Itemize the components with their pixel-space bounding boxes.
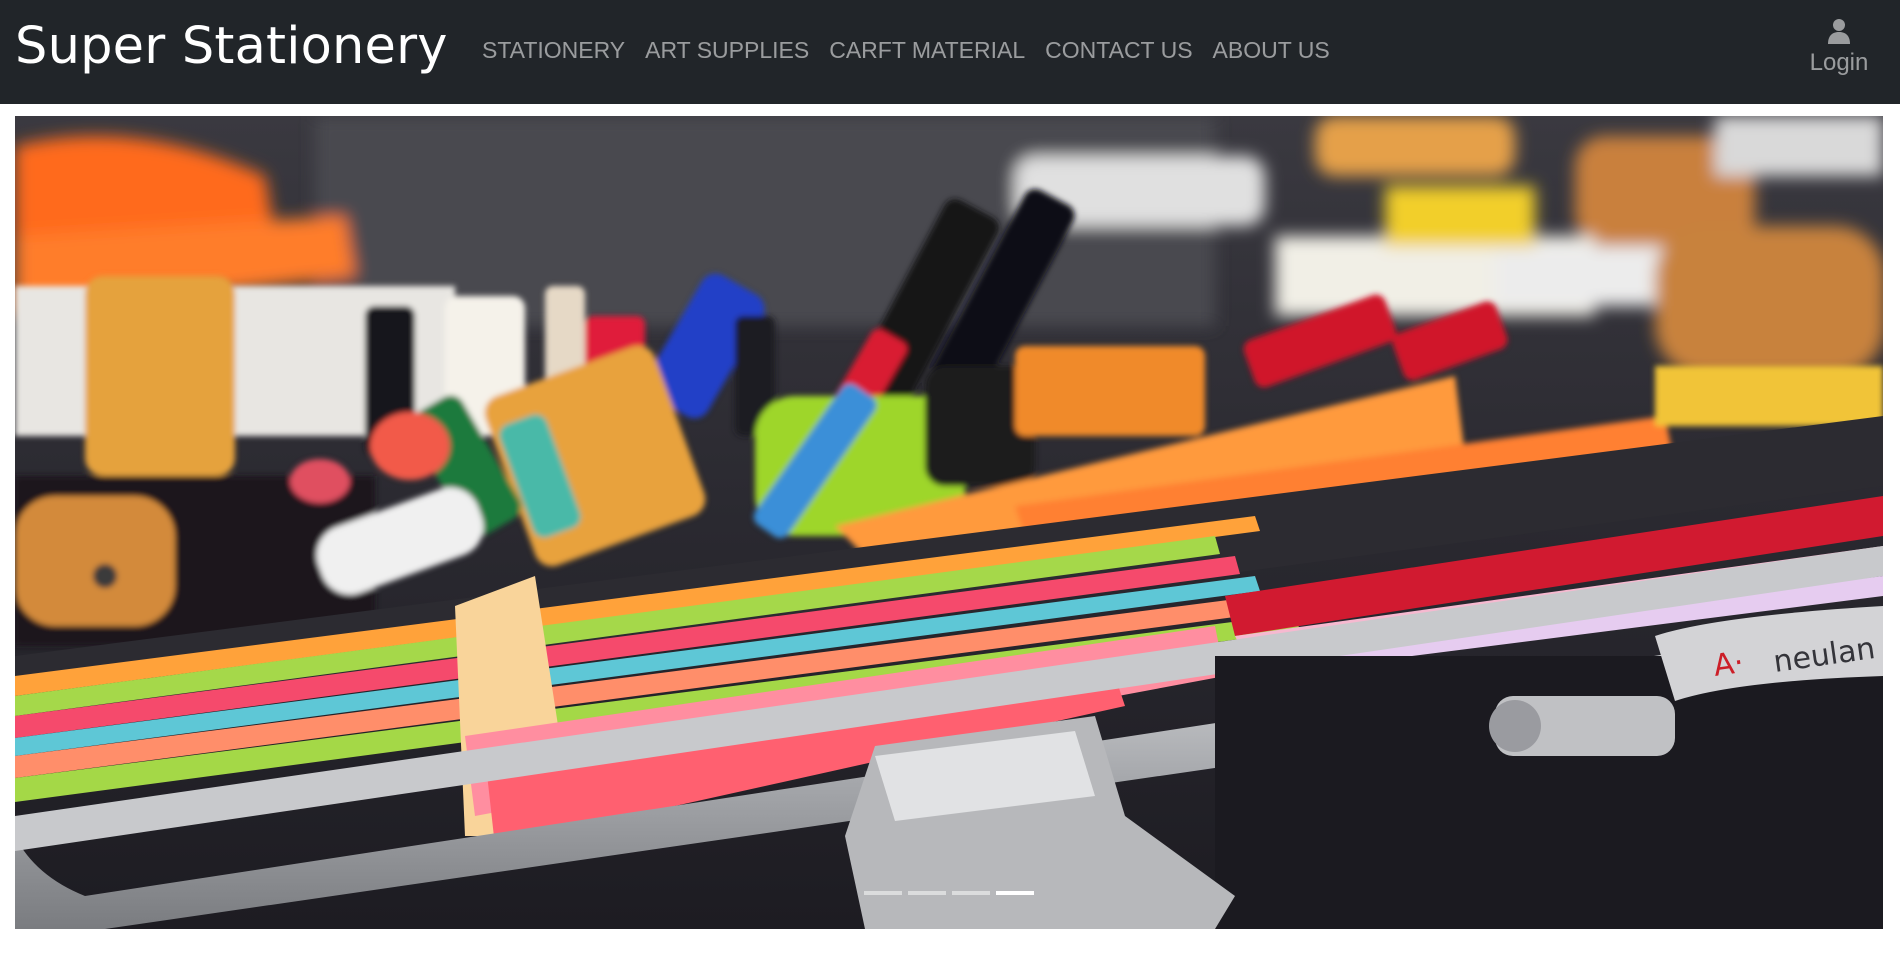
brand-logo[interactable]: Super Stationery [15,16,448,77]
carousel-indicator-3[interactable] [952,891,990,895]
login-link[interactable]: Login [1804,18,1874,78]
carousel-indicator-4[interactable] [996,891,1034,895]
login-label: Login [1809,49,1869,76]
nav-craft-material[interactable]: CARFT MATERIAL [819,35,1035,65]
nav-about-us[interactable]: ABOUT US [1203,35,1340,65]
navbar: Super Stationery STATIONERY ART SUPPLIES… [0,0,1900,104]
carousel-indicator-1[interactable] [864,891,902,895]
nav-stationery[interactable]: STATIONERY [472,35,635,65]
carousel-indicator-2[interactable] [908,891,946,895]
carousel-slide-image: A· neulan [15,116,1883,929]
hero-carousel[interactable]: A· neulan [15,116,1883,929]
svg-text:A·: A· [1711,645,1746,684]
carousel-indicators [864,891,1034,895]
user-icon [1828,19,1850,44]
nav-art-supplies[interactable]: ART SUPPLIES [635,35,819,65]
nav-contact-us[interactable]: CONTACT US [1035,35,1202,65]
main-nav: STATIONERY ART SUPPLIES CARFT MATERIAL C… [472,35,1340,65]
